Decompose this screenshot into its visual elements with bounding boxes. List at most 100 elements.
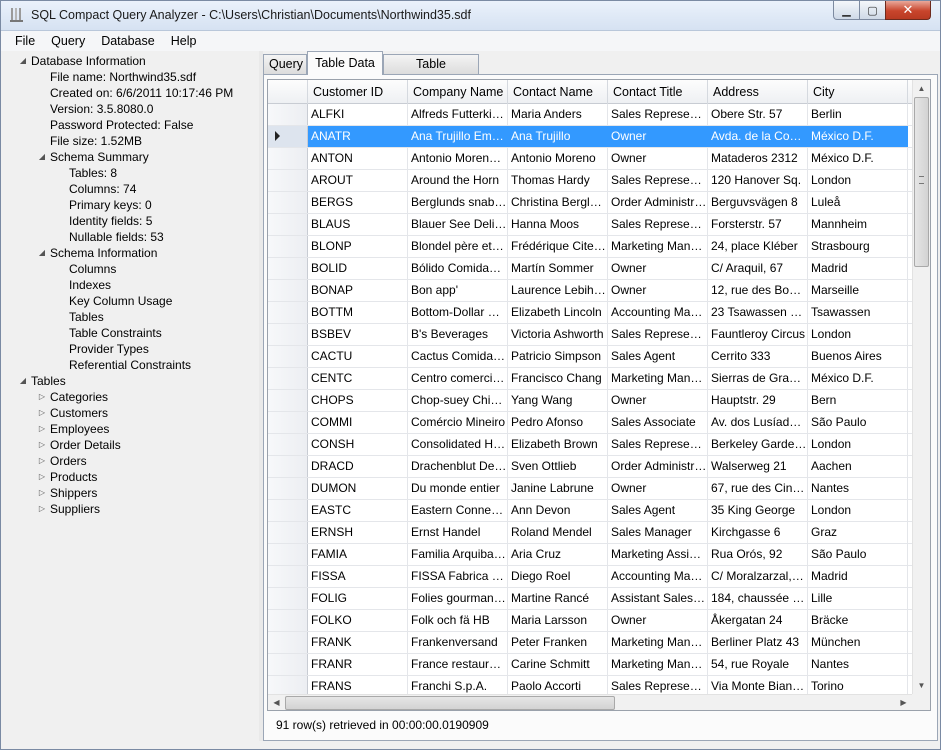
grid-cell[interactable]: Bern: [808, 390, 908, 411]
tree-node-table[interactable]: ▷ Categories: [39, 389, 108, 405]
grid-cell[interactable]: DRACD: [308, 456, 408, 477]
row-header[interactable]: [268, 610, 308, 631]
grid-cell[interactable]: Via Monte Bianco 34: [708, 676, 808, 694]
column-header[interactable]: City: [808, 80, 908, 104]
row-header[interactable]: [268, 676, 308, 694]
grid-cell[interactable]: Sales Associate: [608, 412, 708, 433]
table-row[interactable]: COMMI Comércio Mineiro Pedro Afonso Sales A…: [268, 412, 912, 434]
tree-node-schema-item[interactable]: Key Column Usage: [69, 293, 172, 309]
grid-cell[interactable]: Cactus Comidas para llevar: [408, 346, 508, 367]
tree-node-schema-information[interactable]: ◢ Schema Information: [39, 245, 157, 261]
data-grid[interactable]: Customer ID Company Name Contact Name Conta…: [267, 79, 931, 711]
table-row[interactable]: BSBEV B's Beverages Victoria Ashworth Sales…: [268, 324, 912, 346]
table-row[interactable]: FRANS Franchi S.p.A. Paolo Accorti Sales Re…: [268, 676, 912, 694]
grid-cell[interactable]: Åkergatan 24: [708, 610, 808, 631]
tab-table-data[interactable]: Table Data: [307, 51, 383, 75]
grid-cell[interactable]: FRANK: [308, 632, 408, 653]
grid-corner-header[interactable]: [268, 80, 308, 104]
grid-cell[interactable]: Martine Rancé: [508, 588, 608, 609]
grid-cell[interactable]: ERNSH: [308, 522, 408, 543]
grid-cell[interactable]: EASTC: [308, 500, 408, 521]
grid-cell[interactable]: Torino: [808, 676, 908, 694]
row-header[interactable]: [268, 478, 308, 499]
grid-cell[interactable]: Thomas Hardy: [508, 170, 608, 191]
tree-node-database-information[interactable]: ◢ Database Information: [20, 53, 146, 69]
grid-cell[interactable]: Rua Orós, 92: [708, 544, 808, 565]
grid-cell[interactable]: Av. dos Lusíadas, 23: [708, 412, 808, 433]
tree-node-schema-item[interactable]: Columns: [69, 261, 116, 277]
grid-cell[interactable]: Sales Representative: [608, 324, 708, 345]
grid-cell[interactable]: Chop-suey Chinese: [408, 390, 508, 411]
grid-cell[interactable]: Madrid: [808, 566, 908, 587]
grid-cell[interactable]: BONAP: [308, 280, 408, 301]
grid-cell[interactable]: Pedro Afonso: [508, 412, 608, 433]
table-row[interactable]: FRANK Frankenversand Peter Franken Marketin…: [268, 632, 912, 654]
grid-cell[interactable]: Alfreds Futterkiste: [408, 104, 508, 125]
row-header[interactable]: [268, 280, 308, 301]
grid-cell[interactable]: FAMIA: [308, 544, 408, 565]
grid-cell[interactable]: Around the Horn: [408, 170, 508, 191]
collapsed-arrow-icon[interactable]: ▷: [37, 504, 47, 514]
maximize-button[interactable]: ▢: [859, 1, 886, 20]
table-row[interactable]: ALFKI Alfreds Futterkiste Maria Anders Sale…: [268, 104, 912, 126]
table-row[interactable]: BLONP Blondel père et fils Frédérique Cite…: [268, 236, 912, 258]
table-row[interactable]: FOLIG Folies gourmandes Martine Rancé Assis…: [268, 588, 912, 610]
table-row[interactable]: CHOPS Chop-suey Chinese Yang Wang Owner Haup…: [268, 390, 912, 412]
grid-cell[interactable]: Bon app': [408, 280, 508, 301]
row-header[interactable]: [268, 104, 308, 125]
row-header[interactable]: [268, 126, 308, 147]
row-header[interactable]: [268, 456, 308, 477]
grid-cell[interactable]: BOTTM: [308, 302, 408, 323]
grid-cell[interactable]: CHOPS: [308, 390, 408, 411]
tab-query[interactable]: Query: [263, 54, 307, 74]
tree-node-schema-item[interactable]: Provider Types: [69, 341, 149, 357]
grid-cell[interactable]: München: [808, 632, 908, 653]
table-row[interactable]: ANTONAntonio Moreno TaqueríaAntonio More…: [268, 148, 912, 170]
grid-cell[interactable]: Drachenblut Delikatessen: [408, 456, 508, 477]
grid-cell[interactable]: Order Administrator: [608, 192, 708, 213]
scroll-right-icon[interactable]: ▶: [895, 695, 912, 710]
row-header[interactable]: [268, 368, 308, 389]
expanded-arrow-icon[interactable]: ◢: [37, 248, 47, 258]
grid-cell[interactable]: Janine Labrune: [508, 478, 608, 499]
grid-cell[interactable]: CACTU: [308, 346, 408, 367]
grid-cell[interactable]: London: [808, 170, 908, 191]
grid-cell[interactable]: Kirchgasse 6: [708, 522, 808, 543]
row-header[interactable]: [268, 214, 308, 235]
tree-node-schema-item[interactable]: Indexes: [69, 277, 111, 293]
table-row[interactable]: CENTCCentro comercial MoctezumaFrancisco…: [268, 368, 912, 390]
grid-cell[interactable]: Owner: [608, 148, 708, 169]
grid-cell[interactable]: Berlin: [808, 104, 908, 125]
row-header[interactable]: [268, 192, 308, 213]
grid-cell[interactable]: C/ Moralzarzal, 86: [708, 566, 808, 587]
row-header[interactable]: [268, 390, 308, 411]
collapsed-arrow-icon[interactable]: ▷: [37, 408, 47, 418]
column-header[interactable]: Contact Name: [508, 80, 608, 104]
grid-cell[interactable]: Martín Sommer: [508, 258, 608, 279]
grid-cell[interactable]: 184, chaussée de Tournai: [708, 588, 808, 609]
grid-cell[interactable]: Aachen: [808, 456, 908, 477]
grid-cell[interactable]: ANATR: [308, 126, 408, 147]
grid-cell[interactable]: Madrid: [808, 258, 908, 279]
grid-cell[interactable]: Forsterstr. 57: [708, 214, 808, 235]
grid-cell[interactable]: Owner: [608, 126, 708, 147]
table-row[interactable]: DRACDDrachenblut DelikatessenSven Ottlie…: [268, 456, 912, 478]
grid-cell[interactable]: São Paulo: [808, 412, 908, 433]
grid-cell[interactable]: Franchi S.p.A.: [408, 676, 508, 694]
grid-cell[interactable]: Antonio Moreno Taquería: [408, 148, 508, 169]
grid-cell[interactable]: Marketing Manager: [608, 654, 708, 675]
grid-cell[interactable]: 24, place Kléber: [708, 236, 808, 257]
grid-cell[interactable]: Accounting Manager: [608, 566, 708, 587]
grid-cell[interactable]: Hauptstr. 29: [708, 390, 808, 411]
tree-node-schema-item[interactable]: Table Constraints: [69, 325, 162, 341]
minimize-button[interactable]: ▁: [833, 1, 860, 20]
grid-cell[interactable]: B's Beverages: [408, 324, 508, 345]
table-row[interactable]: BOLIDBólido Comidas preparadasMartín Som…: [268, 258, 912, 280]
scroll-down-icon[interactable]: ▼: [913, 677, 930, 694]
tree-node-table[interactable]: ▷ Customers: [39, 405, 108, 421]
grid-cell[interactable]: Maria Larsson: [508, 610, 608, 631]
grid-cell[interactable]: FISSA Fabrica Inter. Salchichas: [408, 566, 508, 587]
grid-cell[interactable]: Sales Representative: [608, 434, 708, 455]
grid-cell[interactable]: Paolo Accorti: [508, 676, 608, 694]
grid-cell[interactable]: Comércio Mineiro: [408, 412, 508, 433]
